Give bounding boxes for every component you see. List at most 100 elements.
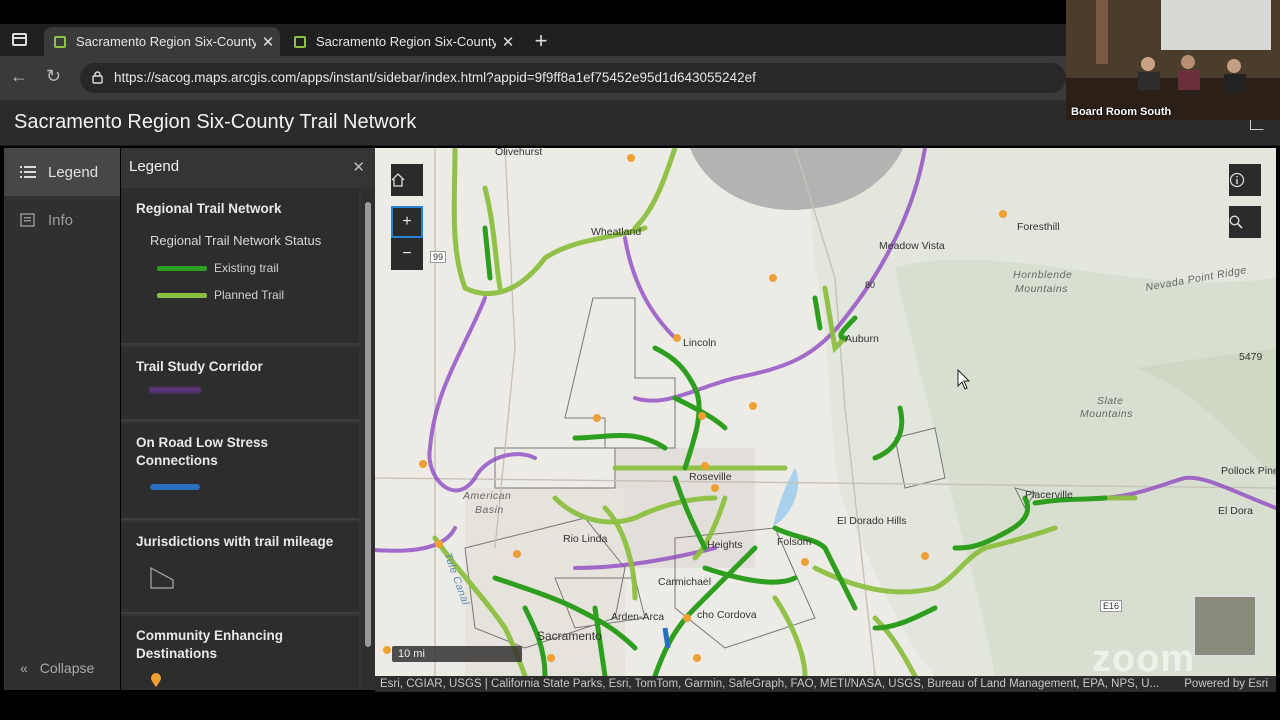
address-bar-row: ← ↻ https://sacog.maps.arcgis.com/apps/i… <box>0 56 1066 100</box>
search-icon <box>1229 215 1243 229</box>
close-tab-icon[interactable]: ✕ <box>496 33 520 51</box>
home-icon <box>391 173 405 187</box>
legend-scrollbar[interactable] <box>361 188 375 690</box>
browser-tab-2[interactable]: Sacramento Region Six-County Tr ✕ <box>284 27 520 56</box>
url-field[interactable]: https://sacog.maps.arcgis.com/apps/insta… <box>80 63 1066 93</box>
lock-icon <box>92 71 103 84</box>
section-title: Jurisdictions with trail mileage <box>136 534 334 549</box>
arcgis-favicon-icon <box>54 35 66 48</box>
back-icon[interactable]: ← <box>10 66 28 87</box>
scale-bar: 10 mi <box>392 646 522 662</box>
collapse-button[interactable]: « Collapse <box>20 660 94 676</box>
list-icon <box>20 166 36 178</box>
info-panel-icon <box>20 213 35 227</box>
place-label: Meadow Vista <box>879 240 945 252</box>
map-pin-icon <box>151 673 161 687</box>
place-label: cho Cordova <box>697 609 757 621</box>
legend-header: Legend ✕ <box>121 148 375 186</box>
basemap-toggle-thumbnail[interactable] <box>1193 595 1257 657</box>
double-chevron-left-icon: « <box>20 660 28 676</box>
url-text: https://sacog.maps.arcgis.com/apps/insta… <box>114 70 756 85</box>
attribution-text: Esri, CGIAR, USGS | California State Par… <box>380 678 1160 690</box>
legend-section-destinations: Community Enhancing Destinations <box>121 616 359 690</box>
section-title: Community Enhancing Destinations <box>136 628 284 661</box>
powered-by-link[interactable]: Powered by Esri <box>1184 676 1268 692</box>
highway-shield: 80 <box>865 280 876 290</box>
legend-panel: Legend ✕ Regional Trail Network Regional… <box>121 148 375 690</box>
place-label: Roseville <box>689 471 732 483</box>
place-label: Hornblende <box>1013 269 1073 281</box>
place-label: Arden-Arca <box>611 611 665 623</box>
legend-section-on-road-connections: On Road Low Stress Connections <box>121 423 359 520</box>
place-label: Slate <box>1097 395 1124 407</box>
section-title: Trail Study Corridor <box>136 359 263 374</box>
existing-trail-swatch <box>157 266 207 271</box>
legend-item-label: Planned Trail <box>214 288 285 302</box>
sidebar-item-label: Info <box>48 211 74 229</box>
sidebar-item-label: Legend <box>48 163 99 181</box>
low-stress-swatch <box>150 484 200 490</box>
window-menu-icon[interactable] <box>12 33 27 46</box>
legend-section-jurisdictions: Jurisdictions with trail mileage <box>121 522 359 614</box>
sidebar: Legend Info « Collapse <box>4 148 120 690</box>
highway-shield: 99 <box>430 251 447 263</box>
zoom-in-button[interactable]: + <box>391 206 423 238</box>
study-corridor-swatch <box>149 387 201 393</box>
tab-title: Sacramento Region Six-County Tr <box>316 34 496 49</box>
zoom-watermark: zoom <box>1092 638 1196 680</box>
place-label: El Dora <box>1218 505 1254 517</box>
screen: Sacramento Region Six-County Tr ✕ Sacram… <box>0 0 1280 720</box>
browser-tab-1[interactable]: Sacramento Region Six-County Tr ✕ <box>44 27 280 56</box>
place-label: Auburn <box>845 333 879 345</box>
app-title: Sacramento Region Six-County Trail Netwo… <box>14 111 417 133</box>
jurisdiction-polygon-swatch <box>150 566 174 589</box>
place-label: El Dorado Hills <box>837 515 907 527</box>
participant-name: Board Room South <box>1071 106 1172 118</box>
legend-section-regional-trail-network: Regional Trail Network Regional Trail Ne… <box>121 188 359 345</box>
home-button[interactable] <box>391 164 423 196</box>
place-label: Wheatland <box>591 226 642 238</box>
place-label: Carmichael <box>658 576 712 588</box>
place-label: Olivehurst <box>495 148 543 158</box>
close-icon[interactable]: ✕ <box>352 158 365 176</box>
section-subtitle: Regional Trail Network Status <box>150 233 322 248</box>
video-participant-tile[interactable]: Board Room South <box>1066 0 1280 120</box>
info-button[interactable] <box>1229 164 1261 196</box>
legend-section-trail-study-corridor: Trail Study Corridor <box>121 347 359 421</box>
collapse-label: Collapse <box>39 660 95 676</box>
map-view[interactable]: Olivehurst Wheatland Meadow Vista Forest… <box>375 148 1276 676</box>
basemap-layer <box>375 148 1276 676</box>
sidebar-item-info[interactable]: Info <box>4 196 120 244</box>
reload-icon[interactable]: ↻ <box>46 66 61 87</box>
legend-item-label: Existing trail <box>214 261 279 275</box>
zoom-out-button[interactable]: − <box>391 238 423 270</box>
sidebar-item-legend[interactable]: Legend <box>4 148 120 196</box>
place-label: Lincoln <box>683 337 717 349</box>
section-title: Regional Trail Network <box>136 201 282 216</box>
legend-content[interactable]: Regional Trail Network Regional Trail Ne… <box>121 188 361 690</box>
place-label: 5479 <box>1239 351 1263 363</box>
highway-shield: E16 <box>1100 600 1123 612</box>
place-label: Folsom <box>777 536 812 548</box>
info-icon <box>1229 172 1245 188</box>
place-label: Placerville <box>1025 489 1073 501</box>
place-label: Mountains <box>1080 408 1133 420</box>
meeting-room-video <box>1066 0 1280 120</box>
scrollbar-thumb[interactable] <box>365 202 371 647</box>
planned-trail-swatch <box>157 293 207 298</box>
place-label: Basin <box>475 504 504 516</box>
browser-tab-bar: Sacramento Region Six-County Tr ✕ Sacram… <box>0 24 1066 56</box>
place-label: Mountains <box>1015 283 1068 295</box>
legend-title: Legend <box>129 158 180 175</box>
section-title: On Road Low Stress Connections <box>136 435 269 468</box>
place-label: American <box>463 490 512 502</box>
place-label: Rio Linda <box>563 533 608 545</box>
place-label: Foresthill <box>1017 221 1060 233</box>
close-tab-icon[interactable]: ✕ <box>256 33 280 51</box>
new-tab-icon[interactable]: + <box>530 28 552 54</box>
arcgis-favicon-icon <box>294 35 306 48</box>
tab-title: Sacramento Region Six-County Tr <box>76 34 256 49</box>
place-label: Sacramento <box>537 629 602 643</box>
search-button[interactable] <box>1229 206 1261 238</box>
place-label: Pollock Pines <box>1221 465 1276 477</box>
